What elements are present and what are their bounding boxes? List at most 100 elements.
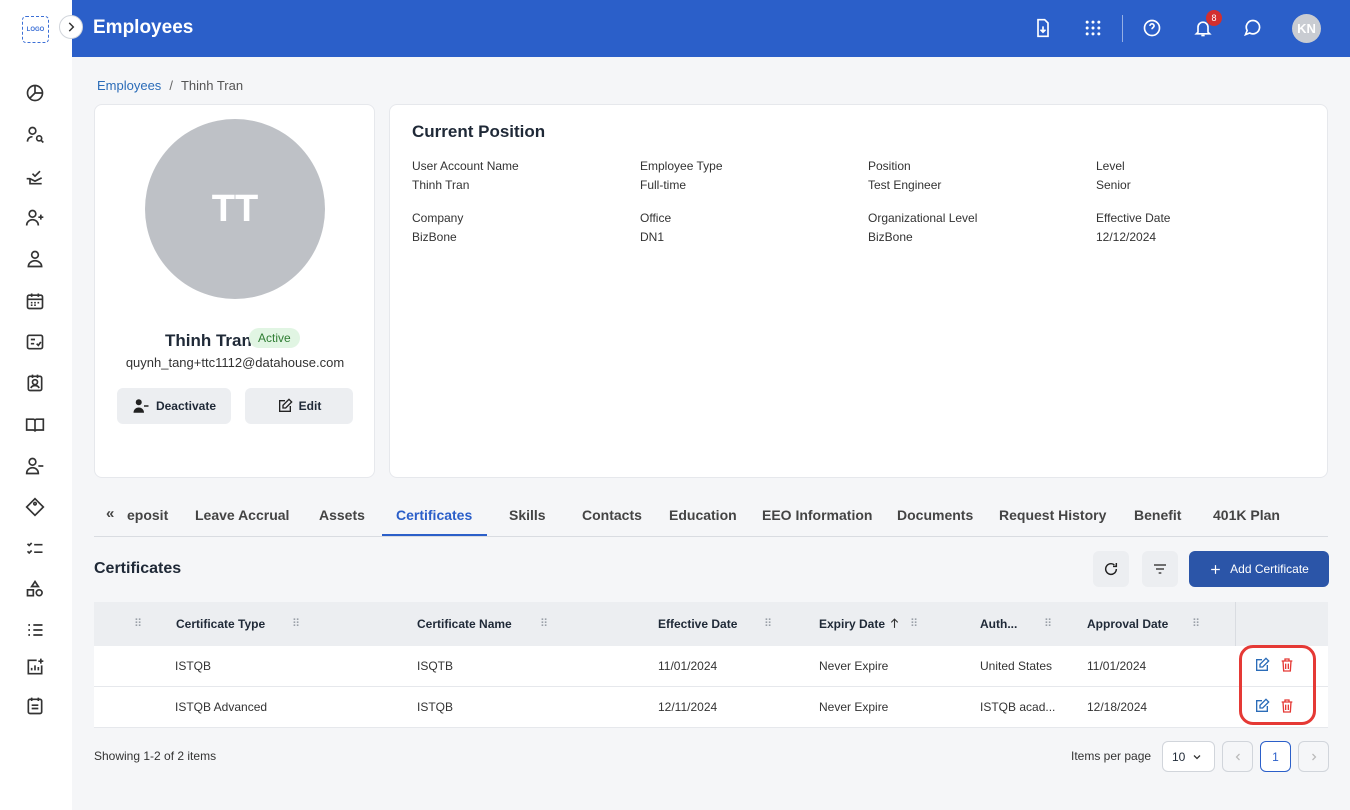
book-icon[interactable]	[23, 413, 47, 437]
hand-check-icon[interactable]	[23, 165, 47, 189]
field-label: Effective Date	[1096, 211, 1171, 225]
table-cell: 11/01/2024	[658, 659, 718, 673]
divider	[1235, 602, 1236, 646]
column-header[interactable]: Certificate Name	[417, 617, 512, 631]
add-certificate-label: Add Certificate	[1230, 562, 1309, 576]
table-row[interactable]: ISTQB Advanced ISTQB 12/11/2024 Never Ex…	[94, 687, 1328, 728]
table-cell: ISQTB	[417, 659, 454, 673]
page-title: Employees	[93, 17, 194, 38]
table-row[interactable]: ISTQB ISQTB 11/01/2024 Never Expire Unit…	[94, 646, 1328, 687]
tabs-scroll-left-icon[interactable]: «	[106, 505, 114, 522]
sidebar-toggle-button[interactable]	[59, 15, 83, 39]
column-drag-handle[interactable]: ⠿	[134, 617, 142, 630]
sidebar: LOGO	[0, 0, 72, 810]
field-label: Organizational Level	[868, 211, 978, 225]
tab-deposit[interactable]: eposit	[127, 507, 168, 523]
column-drag-handle[interactable]: ⠿	[764, 617, 772, 630]
report-add-icon[interactable]	[23, 655, 47, 679]
tab-assets[interactable]: Assets	[319, 507, 365, 523]
column-drag-handle[interactable]: ⠿	[292, 617, 300, 630]
chevron-right-icon	[68, 22, 75, 32]
field-value: Thinh Tran	[412, 178, 470, 192]
user-search-icon[interactable]	[23, 123, 47, 147]
prev-page-button[interactable]	[1222, 741, 1253, 772]
logo[interactable]: LOGO	[22, 16, 49, 43]
profile-card: TT Thinh Tran Active quynh_tang+ttc1112@…	[94, 104, 375, 478]
table-cell: 12/18/2024	[1087, 700, 1148, 714]
column-header[interactable]: Certificate Type	[176, 617, 265, 631]
next-page-button[interactable]	[1298, 741, 1329, 772]
table-cell: 12/11/2024	[658, 700, 718, 714]
tag-icon[interactable]	[23, 495, 47, 519]
tab-certificates[interactable]: Certificates	[396, 507, 472, 523]
items-per-page-select[interactable]: 10	[1162, 741, 1215, 772]
help-icon[interactable]	[1140, 16, 1164, 40]
id-badge-icon[interactable]	[23, 371, 47, 395]
breadcrumb-employees-link[interactable]: Employees	[97, 78, 161, 93]
tab-request-history[interactable]: Request History	[999, 507, 1106, 523]
remove-user-icon[interactable]	[23, 454, 47, 478]
deactivate-button[interactable]: Deactivate	[117, 388, 231, 424]
items-per-page-label: Items per page	[1071, 749, 1152, 763]
filter-icon	[1154, 564, 1166, 574]
user-icon[interactable]	[23, 247, 47, 271]
apps-grid-icon[interactable]	[1081, 16, 1105, 40]
refresh-button[interactable]	[1093, 551, 1129, 587]
edit-button[interactable]: Edit	[245, 388, 353, 424]
field-value: BizBone	[868, 230, 913, 244]
column-drag-handle[interactable]: ⠿	[1044, 617, 1052, 630]
tab-bar: « eposit Leave Accrual Assets Certificat…	[94, 493, 1328, 537]
calendar-list-icon[interactable]	[23, 694, 47, 718]
shapes-icon[interactable]	[23, 577, 47, 601]
task-list-icon[interactable]	[23, 536, 47, 560]
notification-badge: 8	[1206, 10, 1222, 26]
column-drag-handle[interactable]: ⠿	[1192, 617, 1200, 630]
field-label: Office	[640, 211, 672, 225]
table-cell: ISTQB	[175, 659, 212, 673]
tab-leave-accrual[interactable]: Leave Accrual	[195, 507, 289, 523]
column-drag-handle[interactable]: ⠿	[910, 617, 918, 630]
field-value: Full-time	[640, 178, 687, 192]
chat-icon[interactable]	[1241, 16, 1265, 40]
top-bar: Employees 8 KN	[72, 0, 1350, 57]
remove-user-icon	[133, 399, 149, 413]
column-header[interactable]: Auth...	[980, 617, 1017, 631]
add-user-icon[interactable]	[23, 206, 47, 230]
chevron-left-icon	[1235, 753, 1240, 760]
profile-email: quynh_tang+ttc1112@datahouse.com	[125, 355, 345, 370]
table-cell: Never Expire	[819, 659, 889, 673]
table-cell: ISTQB acad...	[980, 700, 1056, 714]
column-header[interactable]: Expiry Date	[819, 617, 885, 631]
tab-401k-plan[interactable]: 401K Plan	[1213, 507, 1280, 523]
page-button[interactable]: 1	[1260, 741, 1291, 772]
tab-eeo-information[interactable]: EEO Information	[762, 507, 872, 523]
tab-documents[interactable]: Documents	[897, 507, 973, 523]
add-certificate-button[interactable]: Add Certificate	[1189, 551, 1329, 587]
table-cell: ISTQB Advanced	[175, 700, 268, 714]
tab-skills[interactable]: Skills	[509, 507, 546, 523]
column-header[interactable]: Effective Date	[658, 617, 737, 631]
field-value: BizBone	[412, 230, 457, 244]
tab-benefit[interactable]: Benefit	[1134, 507, 1181, 523]
download-icon[interactable]	[1031, 16, 1055, 40]
column-header[interactable]: Approval Date	[1087, 617, 1168, 631]
tab-education[interactable]: Education	[669, 507, 737, 523]
checklist-icon[interactable]	[23, 330, 47, 354]
calendar-icon[interactable]	[23, 289, 47, 313]
ordered-list-icon[interactable]	[23, 618, 47, 642]
table-cell: 11/01/2024	[1087, 659, 1147, 673]
profile-avatar: TT	[145, 119, 325, 299]
filter-button[interactable]	[1142, 551, 1178, 587]
dashboard-icon[interactable]	[23, 81, 47, 105]
items-per-page-value: 10	[1172, 749, 1186, 764]
status-badge: Active	[249, 328, 300, 348]
column-drag-handle[interactable]: ⠿	[540, 617, 548, 630]
refresh-icon	[1104, 562, 1118, 576]
active-tab-indicator	[382, 534, 487, 536]
sort-ascending-icon[interactable]	[888, 617, 901, 630]
table-cell: ISTQB	[417, 700, 454, 714]
table-cell: Never Expire	[819, 700, 889, 714]
user-avatar[interactable]: KN	[1292, 14, 1321, 43]
field-value: Senior	[1096, 178, 1131, 192]
tab-contacts[interactable]: Contacts	[582, 507, 642, 523]
